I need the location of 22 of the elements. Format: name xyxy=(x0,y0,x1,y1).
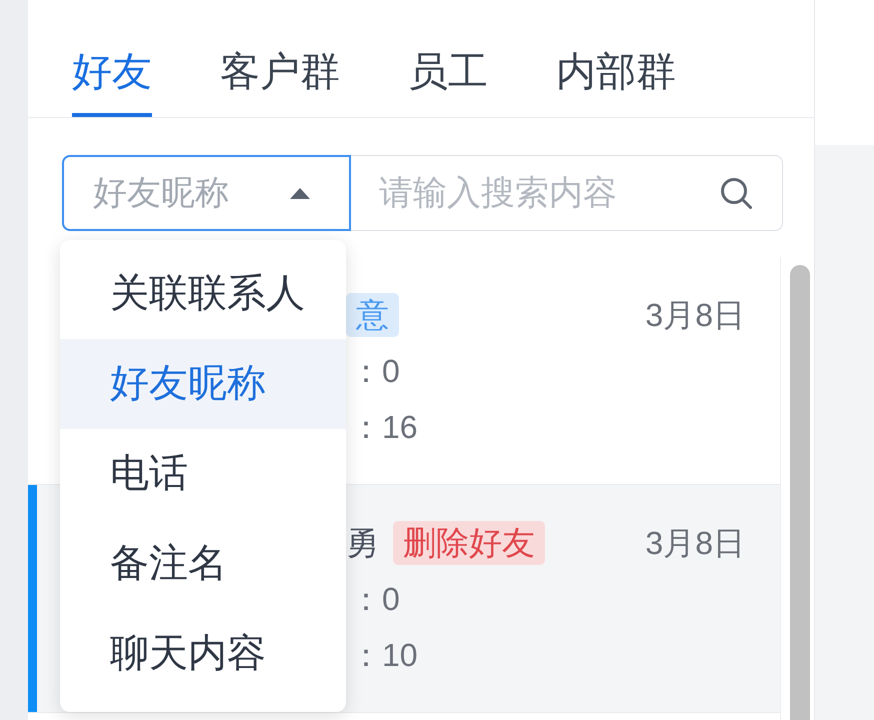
menu-item[interactable]: 聊天内容 xyxy=(60,609,346,699)
date-label: 3月8日 xyxy=(645,296,745,335)
tab[interactable]: 内部群 xyxy=(556,48,676,117)
menu-item[interactable]: 好友昵称 xyxy=(60,339,346,429)
detail-text: ：0 xyxy=(350,352,400,391)
search-field[interactable]: 请输入搜索内容 xyxy=(351,155,783,231)
tab[interactable]: 客户群 xyxy=(220,48,340,117)
search-icon[interactable] xyxy=(720,177,752,209)
menu-item[interactable]: 关联联系人 xyxy=(60,249,346,339)
scrollbar-thumb[interactable] xyxy=(790,265,810,720)
menu-item[interactable]: 电话 xyxy=(60,429,346,519)
date-label: 3月8日 xyxy=(645,524,745,563)
tab[interactable]: 好友 xyxy=(72,48,152,117)
detail-text: ：16 xyxy=(350,408,418,447)
detail-text: ：10 xyxy=(350,636,418,675)
contact-name: 勇 xyxy=(346,523,379,563)
menu-item[interactable]: 备注名 xyxy=(60,519,346,609)
detail-text: ：0 xyxy=(350,580,400,619)
status-tag: 意 xyxy=(346,293,399,337)
status-tag: 删除好友 xyxy=(393,521,545,565)
tab[interactable]: 员工 xyxy=(408,48,488,117)
caret-icon xyxy=(290,188,310,198)
